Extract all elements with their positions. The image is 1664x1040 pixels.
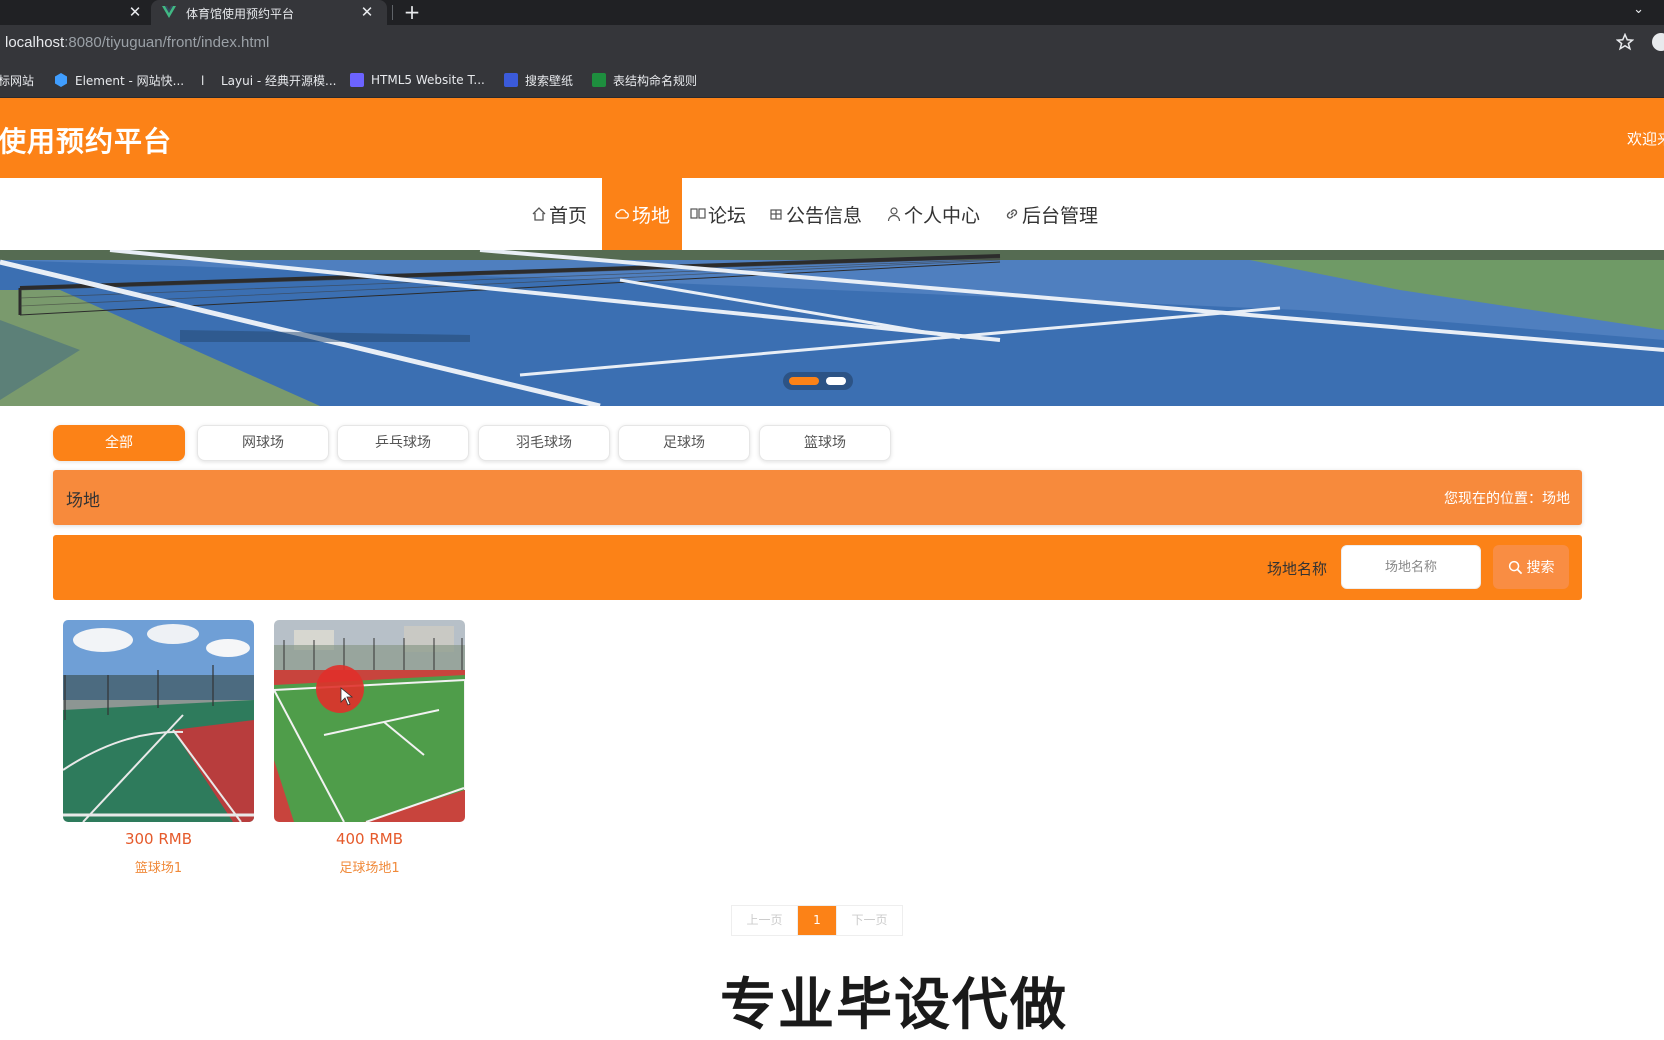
cloud-icon [615, 209, 629, 219]
bookmark-item[interactable]: l Layui - 经典开源模... [200, 71, 336, 89]
wallpaper-icon [504, 73, 518, 87]
profile-avatar[interactable] [1652, 33, 1664, 51]
bookmark-item[interactable]: Element - 网站快... [54, 71, 184, 89]
venue-image[interactable] [274, 620, 465, 822]
nav-item-forum[interactable]: 论坛 [690, 178, 746, 250]
bookmark-label: Layui - 经典开源模... [221, 73, 337, 88]
html5-icon [350, 73, 364, 87]
sheet-icon [592, 73, 606, 87]
nav-label: 首页 [549, 204, 588, 227]
main-nav: 首页 场地 论坛 公告信息 个人中心 后台管理 [0, 178, 1664, 250]
bookmark-item[interactable]: 搜索壁纸 [504, 71, 573, 89]
venue-name[interactable]: 足球场地1 [274, 857, 465, 876]
football-court-image [274, 620, 465, 822]
element-icon [55, 73, 67, 87]
breadcrumb: 场地 您现在的位置：场地 [53, 470, 1582, 525]
user-icon [887, 207, 901, 222]
nav-item-notice[interactable]: 公告信息 [768, 178, 862, 250]
tab-separator [392, 5, 393, 20]
venue-card[interactable]: 400 RMB 足球场地1 [274, 620, 465, 882]
bookmark-item[interactable]: 标网站 [0, 71, 34, 89]
overlay-caption: 专业毕设代做 [720, 973, 1068, 1038]
link-icon [1006, 209, 1018, 219]
address-bar: localhost:8080/tiyuguan/front/index.html [0, 25, 1664, 61]
nav-item-home[interactable]: 首页 [531, 178, 587, 250]
breadcrumb-location: 您现在的位置：场地 [1444, 491, 1570, 507]
category-badminton[interactable]: 羽毛球场 [478, 425, 610, 461]
venue-price: 400 RMB [335, 830, 404, 848]
search-input[interactable] [1341, 545, 1481, 589]
search-bar: 场地名称 搜索 [53, 535, 1582, 600]
bookmark-label: Element - 网站快... [75, 73, 185, 88]
venue-name[interactable]: 篮球场1 [63, 857, 254, 876]
search-icon [1508, 560, 1522, 574]
next-page-button[interactable]: 下一页 [836, 906, 902, 935]
venue-price: 300 RMB [124, 830, 193, 848]
close-tab-icon[interactable]: ✕ [127, 4, 143, 20]
bookmark-label: 搜索壁纸 [525, 73, 574, 88]
bookmark-item[interactable]: 表结构命名规则 [592, 71, 697, 89]
bookmark-label: 标网站 [0, 73, 35, 88]
home-icon [532, 207, 546, 221]
category-tennis[interactable]: 网球场 [197, 425, 329, 461]
page-title: 场地 [66, 491, 100, 511]
bookmark-item[interactable]: HTML5 Website T... [350, 71, 485, 89]
bookmark-label: HTML5 Website T... [371, 73, 485, 87]
category-basketball[interactable]: 篮球场 [759, 425, 891, 461]
tab-search-chevron-icon[interactable]: ⌄ [1633, 2, 1644, 17]
nav-item-profile[interactable]: 个人中心 [886, 178, 980, 250]
carousel-dot[interactable] [826, 377, 846, 385]
search-button-label: 搜索 [1526, 560, 1555, 576]
url-field[interactable]: localhost:8080/tiyuguan/front/index.html [5, 34, 269, 51]
carousel-indicators [783, 372, 853, 390]
new-tab-button[interactable]: + [402, 0, 422, 25]
nav-label: 论坛 [708, 204, 747, 227]
pagination: 上一页 1 下一页 [731, 905, 903, 936]
bookmark-star-icon[interactable] [1616, 33, 1634, 51]
nav-label: 场地 [632, 204, 671, 227]
banner-carousel[interactable] [0, 250, 1664, 406]
category-football[interactable]: 足球场 [618, 425, 750, 461]
site-header: 使用预约平台 欢迎来 [0, 98, 1664, 178]
bookmark-label: 表结构命名规则 [613, 73, 698, 88]
prev-page-button[interactable]: 上一页 [732, 906, 798, 935]
bookmarks-bar: 标网站 Element - 网站快... l Layui - 经典开源模... … [0, 61, 1664, 98]
svg-text:l: l [201, 74, 204, 87]
carousel-dot-active[interactable] [789, 377, 819, 385]
venue-image[interactable] [63, 620, 254, 822]
browser-tab-strip: ✕ 体育馆使用预约平台 ✕ + ⌄ [0, 0, 1664, 25]
url-host: localhost [5, 34, 65, 51]
close-tab-icon[interactable]: ✕ [359, 4, 375, 20]
category-pingpong[interactable]: 乒乓球场 [337, 425, 469, 461]
url-path: :8080/tiyuguan/front/index.html [64, 34, 270, 51]
nav-item-venue[interactable]: 场地 [602, 178, 683, 250]
forum-icon [690, 208, 706, 219]
tab-title: 体育馆使用预约平台 [186, 7, 295, 21]
welcome-text: 欢迎来 [1626, 130, 1664, 148]
basketball-court-image [63, 620, 254, 822]
layui-icon: l [201, 74, 204, 87]
browser-tab-active[interactable]: 体育馆使用预约平台 ✕ [151, 0, 387, 25]
category-all[interactable]: 全部 [53, 425, 185, 461]
notice-icon [770, 209, 782, 220]
venue-card[interactable]: 300 RMB 篮球场1 [63, 620, 254, 882]
search-label: 场地名称 [1267, 560, 1328, 578]
nav-item-admin[interactable]: 后台管理 [1004, 178, 1098, 250]
nav-label: 个人中心 [904, 204, 981, 227]
vue-favicon-icon [162, 6, 176, 18]
nav-label: 公告信息 [786, 204, 863, 227]
nav-label: 后台管理 [1022, 204, 1099, 227]
site-title: 使用预约平台 [0, 125, 173, 158]
page-number-current[interactable]: 1 [798, 906, 836, 935]
search-button[interactable]: 搜索 [1493, 545, 1569, 589]
